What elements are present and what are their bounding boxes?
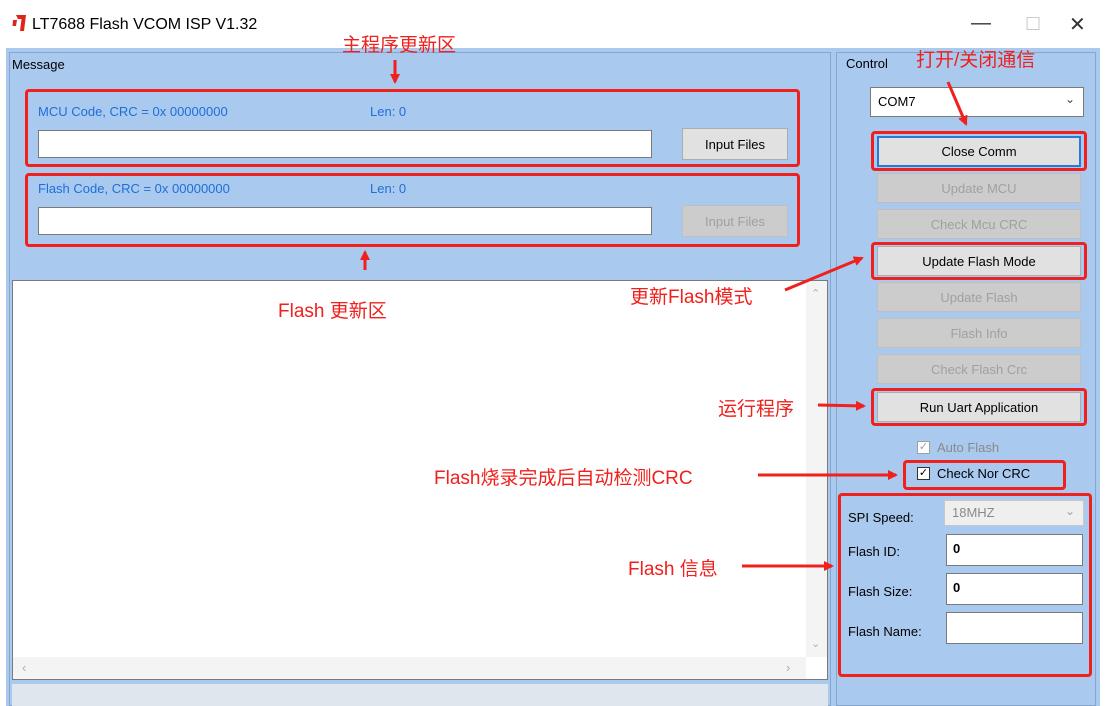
annotation-run-program: 运行程序 [718,399,795,420]
annotation-auto-crc-check: Flash烧录完成后自动检测CRC [434,468,693,489]
arrow-update-flash-mode [784,256,864,292]
annotation-main-program-area: 主程序更新区 [342,35,457,56]
arrow-open-close-comm [946,81,968,126]
annotation-open-close-comm: 打开/关闭通信 [916,50,1036,71]
annotation-update-flash-mode: 更新Flash模式 [630,287,753,308]
arrow-run-program [817,400,866,411]
annotation-flash-info: Flash 信息 [628,559,718,580]
annotation-flash-update-area: Flash 更新区 [278,301,387,322]
annotation-arrows [360,60,968,571]
